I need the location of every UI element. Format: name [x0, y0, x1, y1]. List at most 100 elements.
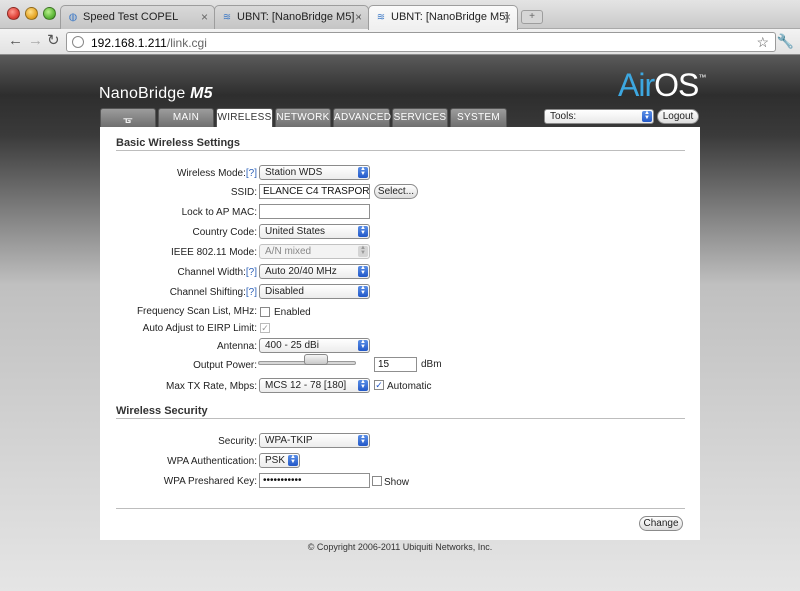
dropdown-arrow-icon: ▲ ▼ [358, 434, 368, 446]
airos-page: NanoBridge M5 AirOS™ ᚗ MAIN WIRELESS NET… [0, 55, 800, 591]
tab-wireless[interactable]: WIRELESS [216, 108, 273, 128]
show-key-label: Show [384, 477, 410, 488]
max-tx-label: Max TX Rate, Mbps: [166, 381, 257, 392]
section-divider [116, 508, 685, 509]
browser-toolbar: ← → ↻ 192.168.1.211/link.cgi ☆ 🔧 [0, 29, 800, 55]
airos-logo: AirOS™ [618, 67, 706, 103]
freq-scan-label: Frequency Scan List, MHz: [136, 306, 257, 317]
dropdown-arrow-icon: ▲ ▼ [358, 166, 368, 178]
window-minimize-icon[interactable] [25, 7, 38, 20]
browser-titlebar: ◍ Speed Test COPEL × ≋ UBNT: [NanoBridge… [0, 0, 800, 30]
dropdown-arrow-icon: ▲ ▼ [288, 454, 298, 466]
help-link[interactable]: [?] [246, 287, 257, 298]
dropdown-arrow-icon: ▲ ▼ [358, 245, 368, 257]
output-power-label: Output Power: [193, 360, 257, 371]
country-code-label: Country Code: [192, 227, 257, 238]
wpa-auth-select[interactable]: PSK ▲ ▼ [259, 453, 300, 468]
back-arrow-icon[interactable]: ← [8, 33, 23, 49]
tab-close-icon[interactable]: × [201, 10, 208, 24]
security-select[interactable]: WPA-TKIP ▲ ▼ [259, 433, 370, 448]
logout-button[interactable]: Logout [657, 109, 699, 124]
main-nav-tabs: ᚗ MAIN WIRELESS NETWORK ADVANCED SERVICE… [100, 108, 509, 128]
auto-eirp-checkbox: ✓ [260, 323, 270, 333]
output-power-input[interactable]: 15 [374, 357, 417, 372]
forward-arrow-icon[interactable]: → [28, 33, 43, 49]
tools-label: Tools: [550, 111, 577, 122]
url-text: 192.168.1.211/link.cgi [91, 36, 207, 50]
settings-panel: Basic Wireless Settings Wireless Mode:[?… [100, 127, 700, 540]
automatic-checkbox[interactable]: ✓ [374, 380, 384, 390]
address-bar[interactable]: 192.168.1.211/link.cgi ☆ [66, 32, 776, 52]
reload-icon[interactable]: ↻ [47, 33, 60, 49]
tab-ubnt-logo[interactable]: ᚗ [100, 108, 156, 127]
dropdown-arrow-icon: ▲ ▼ [642, 110, 652, 122]
dropdown-arrow-icon: ▲ ▼ [358, 225, 368, 237]
tab-network[interactable]: NETWORK [275, 108, 331, 127]
page-info-icon[interactable] [72, 36, 84, 48]
ssid-label: SSID: [230, 187, 257, 198]
output-power-slider-thumb[interactable] [304, 354, 328, 365]
wireless-mode-select[interactable]: Station WDS ▲ ▼ [259, 165, 370, 180]
show-key-checkbox[interactable] [372, 476, 382, 486]
antenna-label: Antenna: [216, 341, 257, 352]
channel-shifting-select[interactable]: Disabled ▲ ▼ [259, 284, 370, 299]
product-logo: NanoBridge M5 [99, 85, 213, 102]
change-button[interactable]: Change [639, 516, 683, 531]
dropdown-arrow-icon: ▲ ▼ [358, 265, 368, 277]
ieee-mode-select: A/N mixed ▲ ▼ [259, 244, 370, 259]
browser-tab-ubnt-wireless[interactable]: ≋ UBNT: [NanoBridge M5] - Se × [368, 5, 518, 30]
ieee-mode-label: IEEE 802.11 Mode: [171, 247, 257, 258]
section-title-security: Wireless Security [116, 405, 208, 417]
tab-services[interactable]: SERVICES [392, 108, 448, 127]
ubnt-logo-icon: ᚗ [123, 113, 133, 125]
browser-tab-ubnt-system[interactable]: ≋ UBNT: [NanoBridge M5] - Sy × [214, 5, 369, 29]
dropdown-arrow-icon: ▲ ▼ [358, 339, 368, 351]
ssid-select-button[interactable]: Select... [374, 184, 418, 199]
globe-icon: ◍ [68, 12, 78, 23]
tab-title: UBNT: [NanoBridge M5] - Sy [237, 11, 360, 23]
automatic-checkbox-label: Automatic [387, 381, 432, 392]
channel-shifting-label: Channel Shifting:[?] [169, 287, 257, 298]
window-zoom-icon[interactable] [43, 7, 56, 20]
help-link[interactable]: [?] [246, 168, 257, 179]
tab-system[interactable]: SYSTEM [450, 108, 507, 127]
auto-eirp-label: Auto Adjust to EIRP Limit: [142, 323, 257, 334]
psk-input[interactable]: ••••••••••• [259, 473, 370, 488]
tab-close-icon[interactable]: × [504, 10, 511, 24]
ubnt-icon: ≋ [376, 12, 386, 23]
wrench-icon[interactable]: 🔧 [777, 33, 794, 50]
antenna-select[interactable]: 400 - 25 dBi ▲ ▼ [259, 338, 370, 353]
output-power-unit: dBm [421, 359, 442, 370]
country-code-select[interactable]: United States ▲ ▼ [259, 224, 370, 239]
tab-title: Speed Test COPEL [83, 11, 179, 23]
channel-width-select[interactable]: Auto 20/40 MHz ▲ ▼ [259, 264, 370, 279]
tab-title: UBNT: [NanoBridge M5] - Se [391, 11, 509, 23]
psk-label: WPA Preshared Key: [163, 476, 257, 487]
bookmark-star-icon[interactable]: ☆ [756, 34, 769, 51]
tab-close-icon[interactable]: × [355, 10, 362, 24]
max-tx-select[interactable]: MCS 12 - 78 [180] ▲ ▼ [259, 378, 370, 393]
tools-dropdown[interactable]: Tools: ▲ ▼ [544, 109, 654, 124]
copyright-footer: © Copyright 2006-2011 Ubiquiti Networks,… [307, 542, 493, 552]
ssid-input[interactable]: ELANCE C4 TRASPORTADORA [259, 184, 370, 199]
window-close-icon[interactable] [7, 7, 20, 20]
wpa-auth-label: WPA Authentication: [167, 456, 257, 467]
browser-tab-speedtest[interactable]: ◍ Speed Test COPEL × [60, 5, 215, 29]
dropdown-arrow-icon: ▲ ▼ [358, 285, 368, 297]
section-divider [116, 418, 685, 419]
ubnt-icon: ≋ [222, 12, 232, 23]
wireless-mode-label: Wireless Mode:[?] [176, 168, 257, 179]
channel-width-label: Channel Width:[?] [177, 267, 258, 278]
lock-mac-input[interactable] [259, 204, 370, 219]
lock-mac-label: Lock to AP MAC: [181, 207, 257, 218]
tab-advanced[interactable]: ADVANCED [333, 108, 391, 127]
freq-scan-checkbox[interactable] [260, 307, 270, 317]
freq-scan-checkbox-label: Enabled [274, 307, 311, 318]
help-link[interactable]: [?] [246, 267, 257, 278]
security-label: Security: [218, 436, 257, 447]
dropdown-arrow-icon: ▲ ▼ [358, 379, 368, 391]
tab-main[interactable]: MAIN [158, 108, 214, 127]
new-tab-button[interactable]: + [521, 10, 543, 24]
section-divider [116, 150, 685, 151]
section-title-basic: Basic Wireless Settings [116, 137, 241, 149]
